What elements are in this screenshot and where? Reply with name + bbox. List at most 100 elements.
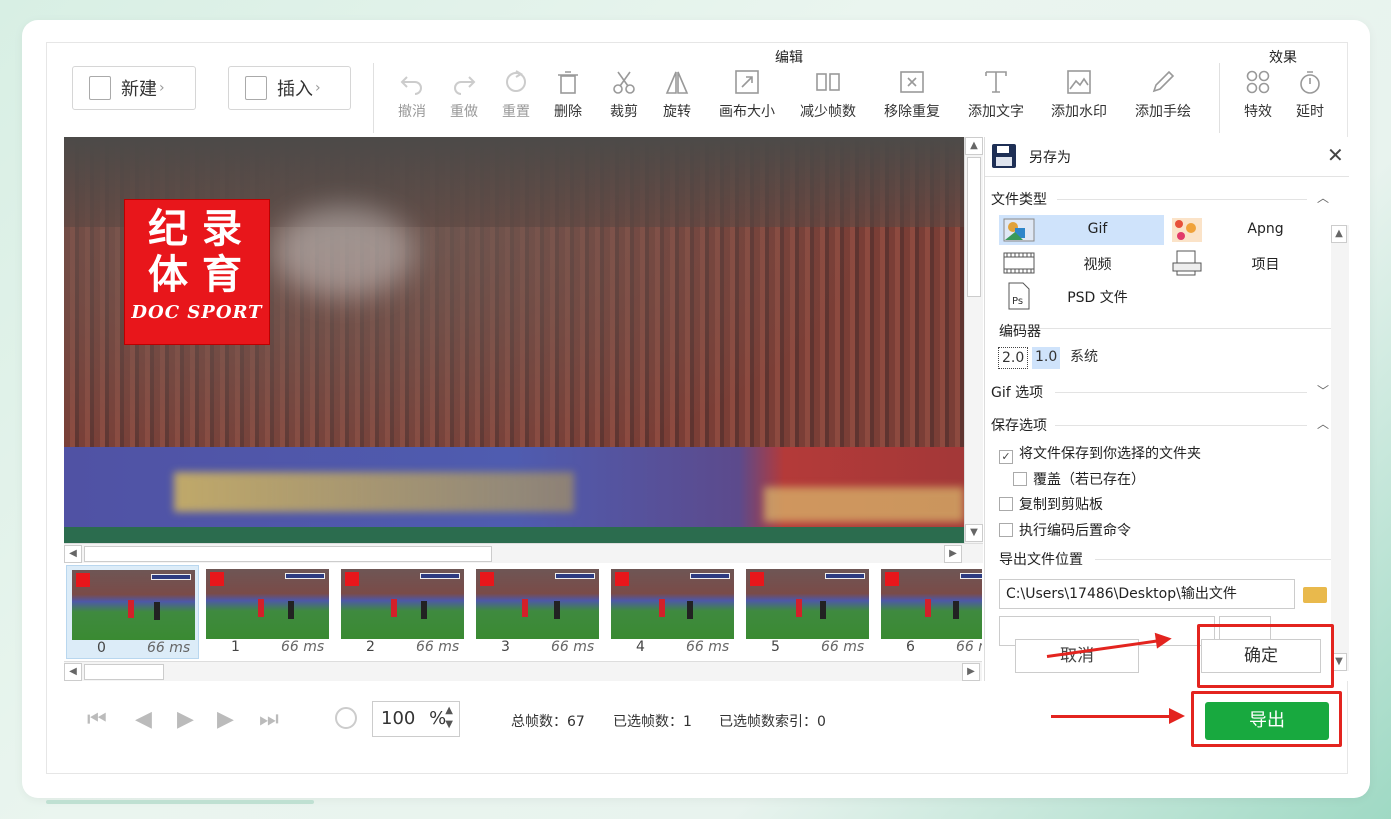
reduce-frames-icon: [816, 73, 840, 91]
scroll-left-icon[interactable]: ◀: [64, 663, 82, 681]
frame-thumbnail: [341, 569, 464, 639]
frame-preview[interactable]: 纪录 体育 DOC SPORT: [64, 137, 964, 543]
scroll-thumb[interactable]: [84, 546, 492, 562]
frame-item[interactable]: 6 66 ms: [876, 565, 982, 659]
gif-options-section[interactable]: Gif 选项: [991, 382, 1043, 402]
pencil-icon: [1152, 70, 1175, 93]
zoom-value: 100: [381, 708, 416, 729]
scissors-icon: [613, 71, 635, 94]
undo-button[interactable]: 撤消: [397, 69, 427, 121]
save-options-section[interactable]: 保存选项: [991, 415, 1047, 435]
reduce-frames-button[interactable]: 减少帧数: [798, 69, 858, 121]
panel-scrollbar[interactable]: ▲ ▼: [1331, 225, 1349, 671]
frame-number: 2: [366, 639, 375, 655]
effects-button[interactable]: 特效: [1243, 69, 1273, 121]
add-text-button[interactable]: 添加文字: [966, 69, 1026, 121]
frame-item[interactable]: 0 66 ms: [66, 565, 199, 659]
file-type-apng-label: Apng: [1247, 221, 1284, 237]
crop-button[interactable]: 裁剪: [609, 69, 639, 121]
logo-line-1: 纪录: [148, 205, 256, 252]
frame-item[interactable]: 5 66 ms: [741, 565, 874, 659]
frame-item[interactable]: 1 66 ms: [201, 565, 334, 659]
reset-button[interactable]: 重置: [501, 69, 531, 121]
remove-duplicates-button[interactable]: 移除重复: [882, 69, 942, 121]
scroll-thumb[interactable]: [967, 157, 981, 297]
highlight-box-export: [1191, 691, 1342, 747]
frame-thumbnail: [72, 570, 195, 640]
remove-duplicates-icon: [900, 71, 924, 93]
selected-frames: 已选帧数：1: [613, 714, 692, 730]
effects-label: 特效: [1244, 104, 1272, 120]
add-drawing-button[interactable]: 添加手绘: [1133, 69, 1193, 121]
rotate-button[interactable]: 旋转: [662, 69, 692, 121]
preview-horizontal-scrollbar[interactable]: ◀ ▶: [64, 543, 983, 563]
last-frame-icon[interactable]: ⏭: [259, 707, 279, 732]
apng-icon: [1172, 218, 1202, 242]
zoom-stepper-icon[interactable]: ▲ ▼: [445, 704, 453, 732]
next-frame-icon[interactable]: ▶: [217, 707, 234, 732]
encoder-option-1-0[interactable]: 1.0: [1032, 347, 1061, 369]
previous-frame-icon[interactable]: ◀: [135, 707, 152, 732]
scroll-down-icon[interactable]: ▼: [965, 524, 983, 542]
file-type-video-label: 视频: [1083, 257, 1112, 273]
post-command-checkbox[interactable]: 执行编码后置命令: [999, 520, 1131, 540]
scroll-right-icon[interactable]: ▶: [944, 545, 962, 563]
file-type-psd[interactable]: Ps PSD 文件: [999, 281, 1164, 311]
scroll-left-icon[interactable]: ◀: [64, 545, 82, 563]
chevron-down-icon[interactable]: ﹀: [1317, 382, 1329, 399]
add-watermark-button[interactable]: 添加水印: [1049, 69, 1109, 121]
folder-icon[interactable]: [1303, 587, 1327, 603]
file-type-project[interactable]: 项目: [1167, 248, 1332, 278]
file-type-section[interactable]: 文件类型: [991, 189, 1047, 209]
file-type-video[interactable]: 视频: [999, 248, 1164, 278]
file-type-gif[interactable]: Gif: [999, 215, 1164, 245]
scroll-up-icon[interactable]: ▲: [1331, 225, 1347, 243]
divider: [1055, 392, 1307, 393]
scroll-thumb[interactable]: [84, 664, 164, 680]
effects-icon: [1246, 70, 1270, 94]
chevron-up-icon[interactable]: ︿: [1317, 415, 1329, 432]
copy-clipboard-checkbox[interactable]: 复制到剪贴板: [999, 494, 1103, 514]
export-location-label: 导出文件位置: [999, 552, 1083, 568]
delay-button[interactable]: 延时: [1295, 69, 1325, 121]
first-frame-icon[interactable]: ⏮: [87, 707, 107, 732]
play-icon[interactable]: ▶: [177, 707, 194, 732]
delete-button[interactable]: 删除: [553, 69, 583, 121]
insert-button[interactable]: 插入 ›: [228, 66, 351, 110]
encoder-option-2-0[interactable]: 2.0: [998, 347, 1029, 369]
reduce-frames-label: 减少帧数: [800, 104, 856, 120]
scroll-up-icon[interactable]: ▲: [965, 137, 983, 155]
add-drawing-label: 添加手绘: [1135, 104, 1191, 120]
file-type-apng[interactable]: Apng: [1167, 215, 1332, 245]
new-button[interactable]: 新建 ›: [72, 66, 196, 110]
divider: [1057, 199, 1307, 200]
frame-number: 5: [771, 639, 780, 655]
chevron-up-icon[interactable]: ︿: [1317, 189, 1329, 206]
highlight-box-ok: [1197, 624, 1334, 688]
frame-item[interactable]: 4 66 ms: [606, 565, 739, 659]
save-to-folder-checkbox[interactable]: ✓ 将文件保存到你选择的文件夹: [999, 443, 1201, 464]
frames-horizontal-scrollbar[interactable]: ◀ ▶: [64, 661, 982, 681]
canvas-size-button[interactable]: 画布大小: [717, 69, 777, 121]
frame-strip: 0 66 ms 1 66 ms 2 66 ms 3 66 ms 4 66 ms …: [64, 565, 982, 661]
frame-number: 6: [906, 639, 915, 655]
close-icon[interactable]: ✕: [1327, 143, 1344, 167]
scroll-right-icon[interactable]: ▶: [962, 663, 980, 681]
rotate-icon: [665, 71, 689, 94]
canvas-size-label: 画布大小: [719, 104, 775, 120]
frame-delay: 66 ms: [281, 639, 325, 655]
frame-item[interactable]: 3 66 ms: [471, 565, 604, 659]
checkbox-box: [999, 497, 1013, 511]
doc-sport-logo: 纪录 体育 DOC SPORT: [124, 199, 270, 345]
export-path-input[interactable]: C:\Users\17486\Desktop\输出文件: [999, 579, 1295, 609]
preview-vertical-scrollbar[interactable]: ▲ ▼: [964, 137, 983, 543]
frame-item[interactable]: 2 66 ms: [336, 565, 469, 659]
overwrite-checkbox[interactable]: 覆盖（若已存在）: [1013, 469, 1145, 489]
frame-delay: 66 ms: [686, 639, 730, 655]
zoom-input[interactable]: 100 % ▲ ▼: [372, 701, 460, 737]
frame-number: 4: [636, 639, 645, 655]
encoder-option-system[interactable]: 系统: [1067, 347, 1101, 369]
progress-bar: [46, 800, 314, 804]
redo-button[interactable]: 重做: [449, 69, 479, 121]
group-label-effects: 效果: [1269, 50, 1297, 66]
